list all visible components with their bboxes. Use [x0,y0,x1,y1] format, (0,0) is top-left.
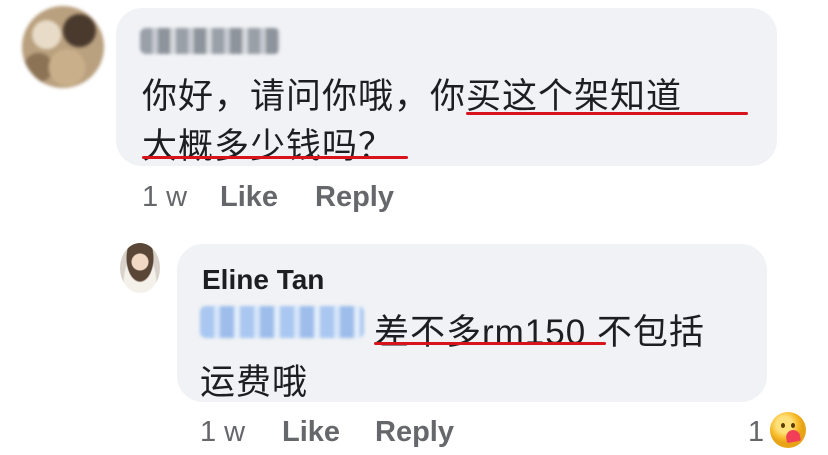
reply-text-line-1: 差不多rm150 不包括 [374,313,705,352]
comment-like-button[interactable]: Like [220,181,278,214]
blurred-commenter-name[interactable] [140,28,280,54]
reaction-count[interactable]: 1 [748,416,764,449]
blurred-mention-tag[interactable] [200,306,364,338]
reply-reply-button[interactable]: Reply [375,416,454,449]
reply-text-line-2: 运费哦 [200,363,309,402]
comment-reply-button[interactable]: Reply [315,181,394,214]
eye [781,423,785,428]
comment-timestamp[interactable]: 1 w [142,181,187,214]
highlight-underline [374,342,606,345]
reply-avatar[interactable] [120,243,160,293]
comment-avatar[interactable] [22,6,104,88]
highlight-underline [466,112,748,115]
care-reaction-icon[interactable] [770,412,806,448]
highlight-underline [142,156,408,159]
heart-icon [785,428,801,444]
eye [791,423,795,428]
reply-like-button[interactable]: Like [282,416,340,449]
reply-timestamp[interactable]: 1 w [200,416,245,449]
reply-author-name[interactable]: Eline Tan [202,264,324,296]
comment-text-line-2: 大概多少钱吗？ [142,127,395,166]
